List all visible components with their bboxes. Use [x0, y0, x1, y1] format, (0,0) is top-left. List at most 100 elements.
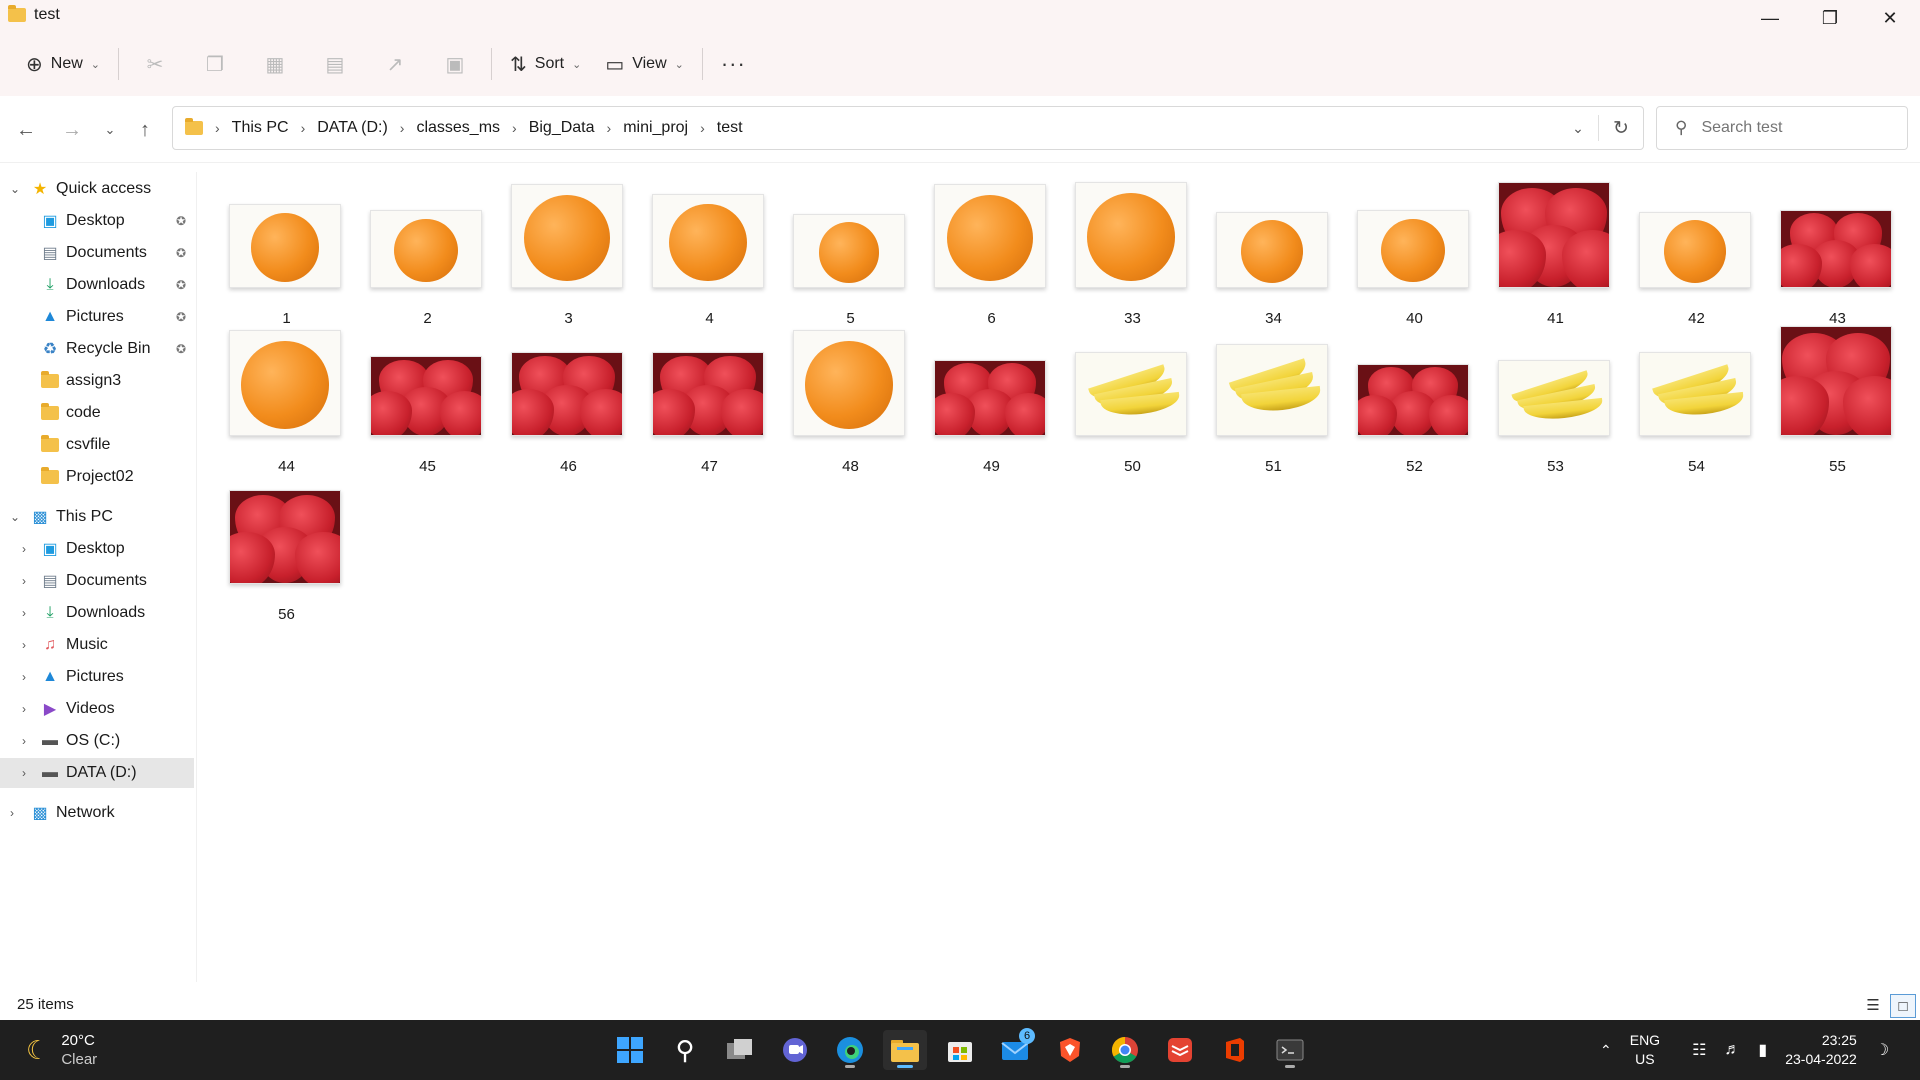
notifications-icon[interactable]: ☽: [1875, 1040, 1889, 1060]
restore-button[interactable]: ❐: [1800, 0, 1860, 36]
sidebar-item-data-d[interactable]: › ▬ DATA (D:): [0, 758, 194, 788]
chevron-right-icon[interactable]: ›: [22, 702, 26, 716]
sidebar-item-pictures[interactable]: › ▲ Pictures: [0, 662, 194, 692]
sidebar-item-code[interactable]: code: [0, 398, 194, 428]
file-item[interactable]: 56: [216, 474, 357, 623]
file-item[interactable]: 46: [498, 326, 639, 475]
brave-button[interactable]: [1048, 1030, 1092, 1070]
sidebar-item-project02[interactable]: Project02: [0, 462, 194, 492]
todoist-button[interactable]: [1158, 1030, 1202, 1070]
volume-icon[interactable]: ♬: [1724, 1041, 1740, 1059]
file-item[interactable]: 53: [1485, 326, 1626, 475]
sidebar-item-quick-access[interactable]: ⌄ ★ Quick access: [0, 174, 194, 204]
search-box[interactable]: ⚲: [1656, 106, 1908, 150]
teams-chat-button[interactable]: [773, 1030, 817, 1070]
delete-button[interactable]: ▣: [425, 44, 485, 84]
sidebar-item-os-c[interactable]: › ▬ OS (C:): [0, 726, 194, 756]
address-bar[interactable]: › This PC › DATA (D:) › classes_ms › Big…: [172, 106, 1644, 150]
breadcrumb-this-pc[interactable]: This PC: [226, 119, 295, 137]
file-item[interactable]: 51: [1203, 326, 1344, 475]
address-history-dropdown[interactable]: ⌄: [1558, 120, 1598, 137]
chevron-right-icon[interactable]: ›: [10, 806, 14, 820]
breadcrumb-test[interactable]: test: [711, 119, 749, 137]
refresh-icon[interactable]: ↻: [1599, 117, 1643, 140]
language-indicator[interactable]: ENG US: [1630, 1031, 1660, 1069]
file-item[interactable]: 49: [921, 326, 1062, 475]
sidebar-item-documents[interactable]: › ▤ Documents: [0, 566, 194, 596]
file-item[interactable]: 47: [639, 326, 780, 475]
chevron-right-icon[interactable]: ›: [22, 574, 26, 588]
file-item[interactable]: 1: [216, 178, 357, 327]
file-item[interactable]: 2: [357, 178, 498, 327]
new-button[interactable]: ⊕ New ⌄: [14, 44, 112, 84]
sidebar-item-network[interactable]: › ▩ Network: [0, 798, 194, 828]
cut-button[interactable]: ✂: [125, 44, 185, 84]
chevron-right-icon[interactable]: ›: [22, 542, 26, 556]
sidebar-item-music[interactable]: › ♫ Music: [0, 630, 194, 660]
breadcrumb-big-data[interactable]: Big_Data: [523, 119, 601, 137]
file-item[interactable]: 41: [1485, 178, 1626, 327]
minimize-button[interactable]: —: [1740, 0, 1800, 36]
copy-button[interactable]: ❐: [185, 44, 245, 84]
close-button[interactable]: ✕: [1860, 0, 1920, 36]
file-item[interactable]: 42: [1626, 178, 1767, 327]
start-button[interactable]: [608, 1030, 652, 1070]
file-item[interactable]: 52: [1344, 326, 1485, 475]
sidebar-item-downloads[interactable]: › ⤓ Downloads: [0, 598, 194, 628]
task-view-button[interactable]: [718, 1030, 762, 1070]
file-item[interactable]: 40: [1344, 178, 1485, 327]
large-icons-view-button[interactable]: □: [1890, 994, 1916, 1018]
sidebar-item-csvfile[interactable]: csvfile: [0, 430, 194, 460]
sidebar-item-desktop[interactable]: › ▣ Desktop: [0, 534, 194, 564]
office-button[interactable]: [1213, 1030, 1257, 1070]
chevron-down-icon[interactable]: ⌄: [10, 510, 20, 524]
chevron-right-icon[interactable]: ›: [22, 638, 26, 652]
breadcrumb-mini-proj[interactable]: mini_proj: [617, 119, 694, 137]
file-explorer-button[interactable]: [883, 1030, 927, 1070]
chevron-down-icon[interactable]: ⌄: [10, 182, 20, 196]
file-item[interactable]: 5: [780, 178, 921, 327]
file-item[interactable]: 34: [1203, 178, 1344, 327]
edge-button[interactable]: [828, 1030, 872, 1070]
up-button[interactable]: ↑: [127, 112, 163, 148]
share-button[interactable]: ↗: [365, 44, 425, 84]
file-item[interactable]: 45: [357, 326, 498, 475]
file-item[interactable]: 44: [216, 326, 357, 475]
file-item[interactable]: 54: [1626, 326, 1767, 475]
view-button[interactable]: ▭ View ⌄: [593, 44, 696, 84]
search-input[interactable]: [1699, 118, 1884, 138]
chevron-right-icon[interactable]: ›: [22, 734, 26, 748]
more-options-button[interactable]: ···: [709, 44, 758, 84]
sidebar-item-this-pc[interactable]: ⌄ ▩ This PC: [0, 502, 194, 532]
chevron-right-icon[interactable]: ›: [22, 670, 26, 684]
file-item[interactable]: 48: [780, 326, 921, 475]
show-hidden-icons-button[interactable]: ⌃: [1600, 1042, 1612, 1059]
sidebar-item-pictures-quick[interactable]: ▲ Pictures ✪: [0, 302, 194, 332]
weather-widget[interactable]: ☾ 20°C Clear: [26, 1020, 97, 1080]
paste-button[interactable]: ▦: [245, 44, 305, 84]
chevron-right-icon[interactable]: ›: [22, 766, 26, 780]
clock[interactable]: 23:25 23-04-2022: [1785, 1031, 1857, 1069]
file-item[interactable]: 4: [639, 178, 780, 327]
terminal-button[interactable]: [1268, 1030, 1312, 1070]
sidebar-item-videos[interactable]: › ▶ Videos: [0, 694, 194, 724]
sidebar-item-downloads-quick[interactable]: ⤓ Downloads ✪: [0, 270, 194, 300]
breadcrumb-classes-ms[interactable]: classes_ms: [410, 119, 506, 137]
battery-icon[interactable]: ▮: [1758, 1040, 1767, 1060]
chevron-right-icon[interactable]: ›: [22, 606, 26, 620]
back-button[interactable]: ←: [8, 112, 44, 148]
sort-button[interactable]: ⇅ Sort ⌄: [498, 44, 593, 84]
sidebar-item-assign3[interactable]: assign3: [0, 366, 194, 396]
file-item[interactable]: 33: [1062, 178, 1203, 327]
forward-button[interactable]: →: [54, 112, 90, 148]
chrome-button[interactable]: [1103, 1030, 1147, 1070]
file-item[interactable]: 6: [921, 178, 1062, 327]
sidebar-item-desktop-quick[interactable]: ▣ Desktop ✪: [0, 206, 194, 236]
details-view-button[interactable]: ☰: [1861, 994, 1885, 1016]
breadcrumb-data-d[interactable]: DATA (D:): [311, 119, 394, 137]
mail-button[interactable]: 6: [993, 1028, 1037, 1070]
sidebar-item-recycle-bin[interactable]: ♻ Recycle Bin ✪: [0, 334, 194, 364]
file-item[interactable]: 3: [498, 178, 639, 327]
taskbar-search-button[interactable]: ⚲: [663, 1030, 707, 1070]
recent-locations-button[interactable]: ⌄: [92, 112, 128, 148]
